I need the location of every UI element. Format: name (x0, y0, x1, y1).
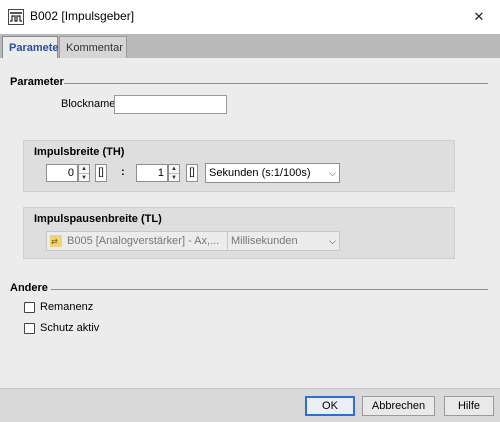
help-button[interactable]: Hilfe (444, 396, 494, 416)
spin-down-icon[interactable]: ▼ (169, 173, 179, 182)
impulse-width-value1-reference-button[interactable]: [] (95, 164, 107, 182)
close-button[interactable]: ✕ (464, 4, 494, 30)
spin-up-icon[interactable]: ▲ (79, 165, 89, 173)
parameter-section-title: Parameter (10, 76, 64, 88)
spin-up-icon[interactable]: ▲ (169, 165, 179, 173)
impulse-width-title: Impulsbreite (TH) (34, 146, 125, 158)
svg-text:⇄: ⇄ (51, 237, 58, 246)
dialog-window: B002 [Impulsgeber] ✕ Parameter Kommentar… (0, 0, 500, 422)
impulse-width-unit-value: Sekunden (s:1/100s) (209, 167, 311, 179)
cancel-button[interactable]: Abbrechen (362, 396, 435, 416)
other-section-title: Andere (10, 282, 48, 294)
schutz-aktiv-checkbox[interactable] (24, 323, 35, 334)
function-block-icon (8, 9, 24, 25)
impulse-width-group: Impulsbreite (TH) 0 ▲ ▼ [] : 1 ▲ ▼ [] Se… (23, 140, 455, 192)
chevron-down-icon: ⌵ (329, 168, 336, 178)
impulse-pause-group: Impulspausenbreite (TL) ⇄ B005 [Analogve… (23, 207, 455, 259)
blockname-label: Blockname: (61, 98, 119, 110)
chevron-down-icon: ⌵ (329, 236, 336, 246)
impulse-width-value2-reference-button[interactable]: [] (186, 164, 198, 182)
window-title: B002 [Impulsgeber] (30, 9, 135, 23)
analog-block-icon: ⇄ (50, 235, 62, 247)
tab-strip: Parameter Kommentar (0, 34, 500, 58)
impulse-width-value2-spinner[interactable]: ▲ ▼ (168, 164, 180, 182)
tab-parameter[interactable]: Parameter (2, 36, 63, 58)
title-bar: B002 [Impulsgeber] ✕ (0, 0, 500, 34)
impulse-width-value2-input[interactable]: 1 (136, 164, 168, 182)
remanenz-checkbox[interactable] (24, 302, 35, 313)
schutz-aktiv-label[interactable]: Schutz aktiv (40, 322, 99, 334)
impulse-width-value1-input[interactable]: 0 (46, 164, 78, 182)
impulse-pause-source-value: B005 [Analogverstärker] - Ax,... (67, 235, 220, 247)
blockname-input[interactable] (114, 95, 227, 114)
remanenz-label[interactable]: Remanenz (40, 301, 93, 313)
impulse-pause-source-select[interactable]: ⇄ B005 [Analogverstärker] - Ax,... (46, 231, 228, 251)
impulse-pause-unit-value: Millisekunden (231, 235, 298, 247)
other-divider (51, 289, 488, 290)
time-separator: : (121, 166, 125, 178)
impulse-width-value1-spinner[interactable]: ▲ ▼ (78, 164, 90, 182)
impulse-pause-title: Impulspausenbreite (TL) (34, 213, 162, 225)
spin-down-icon[interactable]: ▼ (79, 173, 89, 182)
impulse-pause-unit-select[interactable]: Millisekunden ⌵ (227, 231, 340, 251)
tab-kommentar[interactable]: Kommentar (59, 36, 127, 58)
ok-button[interactable]: OK (305, 396, 355, 416)
parameter-divider (64, 83, 488, 84)
impulse-width-unit-select[interactable]: Sekunden (s:1/100s) ⌵ (205, 163, 340, 183)
close-icon: ✕ (473, 9, 485, 24)
